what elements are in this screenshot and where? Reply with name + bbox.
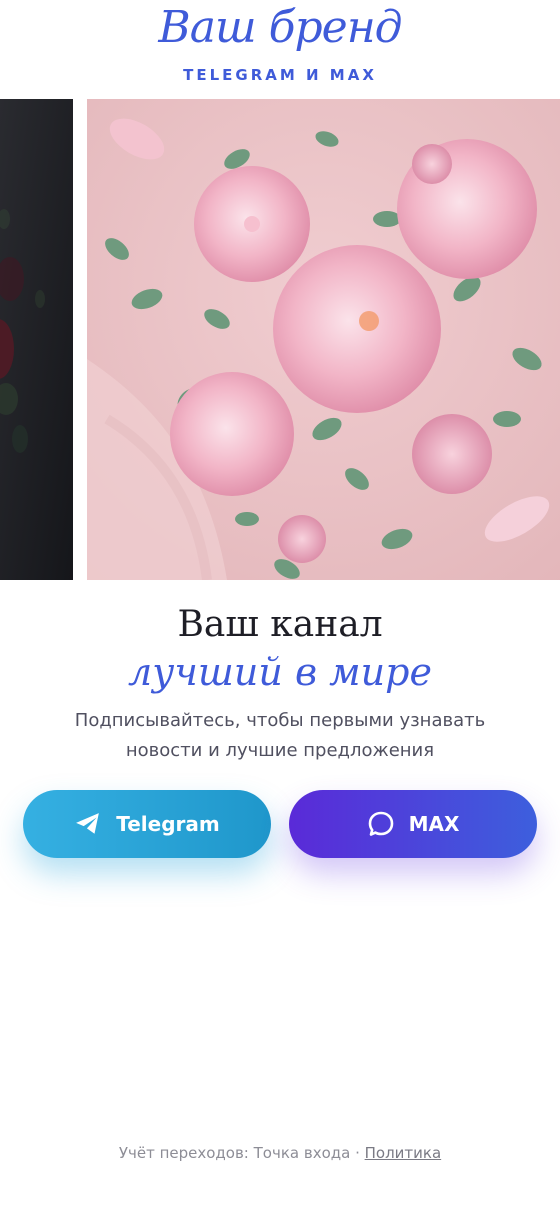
tracking-text: Учёт переходов: Точка входа bbox=[118, 1144, 351, 1162]
brand-tagline: TELEGRAM И MAX bbox=[183, 66, 377, 84]
brand-logo: Ваш бренд bbox=[158, 2, 402, 53]
footer: Учёт переходов: Точка входа · Политика bbox=[0, 1144, 560, 1162]
header: Ваш бренд TELEGRAM И MAX bbox=[0, 0, 560, 100]
paper-plane-icon bbox=[74, 810, 102, 838]
page-title: Ваш канал bbox=[177, 604, 383, 645]
image-carousel[interactable] bbox=[0, 99, 560, 580]
max-button[interactable]: MAX bbox=[289, 790, 537, 858]
chat-bubble-icon bbox=[367, 810, 395, 838]
telegram-button[interactable]: Telegram bbox=[23, 790, 271, 858]
policy-link[interactable]: Политика bbox=[365, 1144, 442, 1162]
carousel-slide-previous[interactable] bbox=[0, 99, 73, 580]
description-text: Подписывайтесь, чтобы первыми узнавать н… bbox=[74, 710, 486, 761]
page-subtitle: лучший в мире bbox=[128, 650, 432, 694]
carousel-slide-peonies[interactable] bbox=[87, 99, 560, 580]
footer-separator: · bbox=[350, 1144, 365, 1162]
telegram-button-label: Telegram bbox=[116, 812, 220, 836]
max-button-label: MAX bbox=[408, 812, 460, 836]
